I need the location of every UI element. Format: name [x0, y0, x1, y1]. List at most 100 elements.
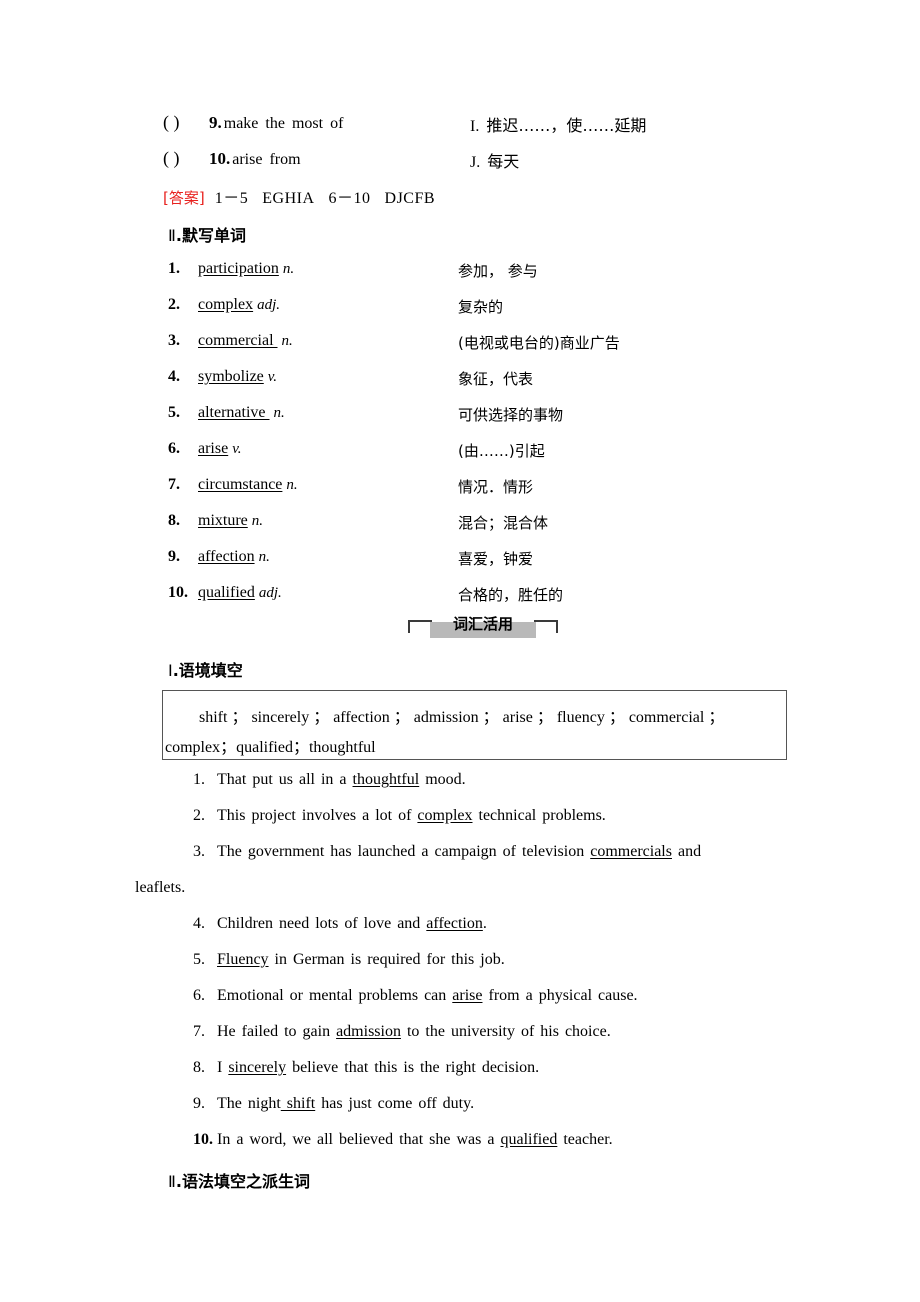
- matching-option-meaning: 推迟……，使……延期: [486, 116, 647, 135]
- matching-item-number: 10.: [209, 149, 231, 168]
- cloze-sentence: 9. The night shift has just come off duty…: [193, 1095, 474, 1113]
- vocab-row: 8. mixture n. 混合；混合体: [168, 512, 548, 532]
- vocab-row: 6. arise v. (由……)引起: [168, 440, 545, 460]
- matching-item-phrase: arise from: [232, 151, 301, 168]
- answer-range-1: 1－5: [214, 190, 249, 207]
- sentence-number: 4.: [193, 915, 205, 932]
- word-bank-line: shift ； sincerely ； affection ； admissio…: [199, 709, 725, 726]
- section-title: .语法填空之派生词: [175, 1172, 310, 1191]
- vocab-pos: n.: [258, 549, 270, 565]
- vocab-index: 8.: [168, 512, 180, 529]
- sentence-answer[interactable]: qualified: [500, 1131, 557, 1148]
- vocab-word[interactable]: participation: [198, 260, 279, 277]
- sentence-answer[interactable]: arise: [452, 987, 482, 1004]
- vocab-word[interactable]: mixture: [198, 512, 248, 529]
- sentence-answer[interactable]: complex: [417, 807, 472, 824]
- sentence-number: 7.: [193, 1023, 205, 1040]
- vocab-meaning: 合格的，胜任的: [458, 586, 564, 604]
- matching-item-number: 9.: [209, 113, 222, 132]
- worksheet-page: ( ) 9. make the most of I. 推迟……，使……延期 ( ) 10…: [0, 0, 920, 1302]
- vocab-row: 1. participation n. 参加， 参与: [168, 260, 538, 280]
- cloze-sentence-continuation: leaflets.: [135, 879, 186, 896]
- vocab-word[interactable]: commercial: [198, 332, 278, 349]
- sentence-pre: The night: [217, 1095, 281, 1112]
- vocab-word[interactable]: circumstance: [198, 476, 282, 493]
- vocab-row: 2. complex adj. 复杂的: [168, 296, 503, 316]
- cloze-sentence: 10. In a word, we all believed that she w…: [193, 1131, 613, 1149]
- vocab-word[interactable]: arise: [198, 440, 228, 457]
- sentence-post: believe that this is the right decision.: [286, 1059, 540, 1076]
- word-bank-line: complex；qualified；thoughtful: [165, 739, 376, 756]
- vocab-meaning: 混合；混合体: [458, 514, 549, 532]
- vocab-index: 4.: [168, 368, 180, 385]
- answer-key-values: 1－5 EGHIA 6－10 DJCFB: [215, 190, 435, 207]
- vocab-meaning: 参加， 参与: [458, 262, 538, 280]
- matching-item-phrase: make the most of: [223, 115, 344, 132]
- sentence-number: 8.: [193, 1059, 205, 1076]
- vocab-meaning: 象征，代表: [458, 370, 534, 388]
- vocab-index: 9.: [168, 548, 180, 565]
- vocab-meaning: 复杂的: [458, 298, 504, 316]
- sentence-post: mood.: [419, 771, 466, 788]
- sentence-answer[interactable]: admission: [336, 1023, 401, 1040]
- vocab-index: 5.: [168, 404, 180, 421]
- vocab-word[interactable]: alternative: [198, 404, 270, 421]
- sentence-pre: Children need lots of love and: [217, 915, 427, 932]
- vocab-pos: adj.: [258, 585, 282, 601]
- vocab-meaning: (由……)引起: [458, 442, 545, 460]
- sentence-answer[interactable]: Fluency: [217, 951, 269, 968]
- answer-blank-parentheses[interactable]: ( ): [163, 148, 209, 169]
- sentence-post: technical problems.: [472, 807, 606, 824]
- section-heading-dictation: Ⅱ.默写单词: [168, 222, 246, 246]
- vocab-word[interactable]: complex: [198, 296, 253, 313]
- vocab-row: 3. commercial n. (电视或电台的)商业广告: [168, 332, 620, 352]
- vocab-meaning: (电视或电台的)商业广告: [458, 334, 620, 352]
- sentence-pre: The government has launched a campaign o…: [217, 843, 591, 860]
- cloze-sentence: 7. He failed to gain admission to the uni…: [193, 1023, 611, 1041]
- sentence-pre: I: [217, 1059, 229, 1076]
- answer-range-2: 6－10: [328, 190, 371, 207]
- vocab-row: 10. qualified adj. 合格的，胜任的: [168, 584, 563, 604]
- cloze-sentence: 6. Emotional or mental problems can arise…: [193, 987, 638, 1005]
- vocab-word[interactable]: affection: [198, 548, 255, 565]
- vocab-row: 4. symbolize v. 象征，代表: [168, 368, 533, 388]
- sentence-number: 9.: [193, 1095, 205, 1112]
- vocab-meaning: 情况．情形: [458, 478, 534, 496]
- vocab-pos: n.: [251, 513, 264, 529]
- vocab-index: 2.: [168, 296, 180, 313]
- answer-blank-parentheses[interactable]: ( ): [163, 112, 209, 133]
- sentence-answer[interactable]: shift: [281, 1095, 315, 1112]
- vocab-row: 5. alternative n. 可供选择的事物: [168, 404, 563, 424]
- matching-meaning-cell: I. 推迟……，使……延期: [470, 112, 646, 136]
- answer-key-line: [答案] 1－5 EGHIA 6－10 DJCFB: [163, 184, 435, 208]
- vocab-row: 9. affection n. 喜爱，钟爱: [168, 548, 533, 568]
- sentence-pre: He failed to gain: [217, 1023, 337, 1040]
- matching-option-letter: J.: [470, 154, 481, 171]
- sentence-number: 1.: [193, 771, 205, 788]
- answer-key-label: [答案]: [163, 189, 205, 207]
- sentence-answer[interactable]: commercials: [590, 843, 672, 860]
- cloze-sentence: 3. The government has launched a campaign…: [193, 843, 701, 861]
- vocab-meaning: 喜爱，钟爱: [458, 550, 534, 568]
- vocab-row: 7. circumstance n. 情况．情形: [168, 476, 533, 496]
- vocab-word[interactable]: symbolize: [198, 368, 264, 385]
- matching-meaning-cell: J. 每天: [470, 148, 519, 172]
- vocab-pos: n.: [273, 405, 285, 421]
- vocab-pos: adj.: [257, 297, 281, 313]
- answer-letters-1: EGHIA: [262, 190, 315, 207]
- section-title: .默写单词: [175, 226, 246, 245]
- sentence-post: teacher.: [557, 1131, 613, 1148]
- sentence-post: and: [671, 843, 702, 860]
- sentence-answer[interactable]: thoughtful: [353, 771, 420, 788]
- matching-option-meaning: 每天: [487, 152, 520, 171]
- vocab-index: 3.: [168, 332, 180, 349]
- sentence-post: has just come off duty.: [315, 1095, 475, 1112]
- sentence-pre: In a word, we all believed that she was …: [217, 1131, 501, 1148]
- sentence-answer[interactable]: affection: [426, 915, 483, 932]
- sentence-number: 10.: [193, 1131, 213, 1148]
- cloze-sentence: 8. I sincerely believe that this is the r…: [193, 1059, 539, 1077]
- cloze-sentence: 5. Fluency in German is required for this…: [193, 951, 505, 969]
- vocab-word[interactable]: qualified: [198, 584, 255, 601]
- sentence-post: in German is required for this job.: [268, 951, 505, 968]
- sentence-answer[interactable]: sincerely: [228, 1059, 286, 1076]
